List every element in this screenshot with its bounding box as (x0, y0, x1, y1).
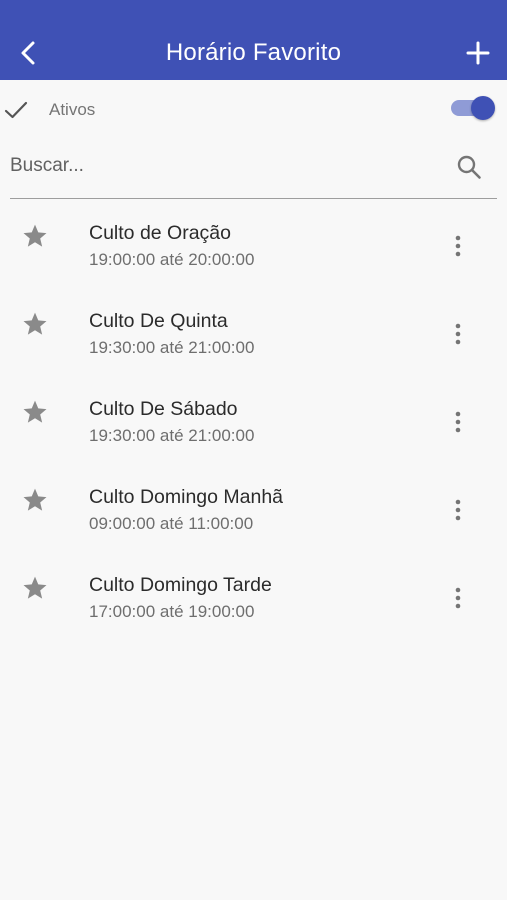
active-filter-row: Ativos (0, 80, 507, 138)
item-name: Culto de Oração (89, 222, 231, 244)
item-name: Culto Domingo Manhã (89, 486, 284, 508)
more-options-button[interactable] (446, 233, 470, 259)
item-time: 17:00:00 até 19:00:00 (89, 602, 255, 621)
list-item[interactable]: Culto Domingo Manhã 09:00:00 até 11:00:0… (0, 463, 507, 551)
more-vertical-icon (455, 587, 461, 609)
more-options-button[interactable] (446, 321, 470, 347)
plus-icon (466, 41, 490, 65)
star-icon[interactable] (22, 575, 48, 601)
check-icon (4, 101, 28, 119)
more-vertical-icon (455, 411, 461, 433)
item-time: 09:00:00 até 11:00:00 (89, 514, 254, 533)
schedule-list: Culto de Oração 19:00:00 até 20:00:00 Cu… (0, 199, 507, 639)
list-item[interactable]: Culto Domingo Tarde 17:00:00 até 19:00:0… (0, 551, 507, 639)
list-item[interactable]: Culto De Sábado 19:30:00 até 21:00:00 (0, 375, 507, 463)
item-name: Culto De Quinta (89, 310, 228, 332)
item-time: 19:30:00 até 21:00:00 (89, 426, 255, 445)
more-vertical-icon (455, 499, 461, 521)
star-icon[interactable] (22, 487, 48, 513)
page-title: Horário Favorito (165, 38, 342, 66)
more-vertical-icon (455, 235, 461, 257)
search-bar (10, 138, 497, 199)
more-options-button[interactable] (446, 497, 470, 523)
item-time: 19:30:00 até 21:00:00 (89, 338, 255, 357)
more-vertical-icon (455, 323, 461, 345)
item-name: Culto Domingo Tarde (89, 574, 272, 596)
search-input[interactable] (10, 148, 430, 184)
item-time: 19:00:00 até 20:00:00 (89, 250, 255, 269)
active-filter-label: Ativos (49, 100, 96, 119)
active-toggle[interactable] (451, 96, 495, 120)
list-item[interactable]: Culto De Quinta 19:30:00 até 21:00:00 (0, 287, 507, 375)
toggle-thumb (471, 96, 495, 120)
more-options-button[interactable] (446, 585, 470, 611)
app-bar: Horário Favorito (0, 0, 507, 80)
search-icon[interactable] (456, 154, 482, 180)
item-name: Culto De Sábado (89, 398, 238, 420)
star-icon[interactable] (22, 399, 48, 425)
chevron-left-icon (21, 41, 35, 65)
star-icon[interactable] (22, 311, 48, 337)
back-button[interactable] (14, 38, 44, 68)
star-icon[interactable] (22, 223, 48, 249)
list-item[interactable]: Culto de Oração 19:00:00 até 20:00:00 (0, 199, 507, 287)
more-options-button[interactable] (446, 409, 470, 435)
add-button[interactable] (463, 38, 493, 68)
